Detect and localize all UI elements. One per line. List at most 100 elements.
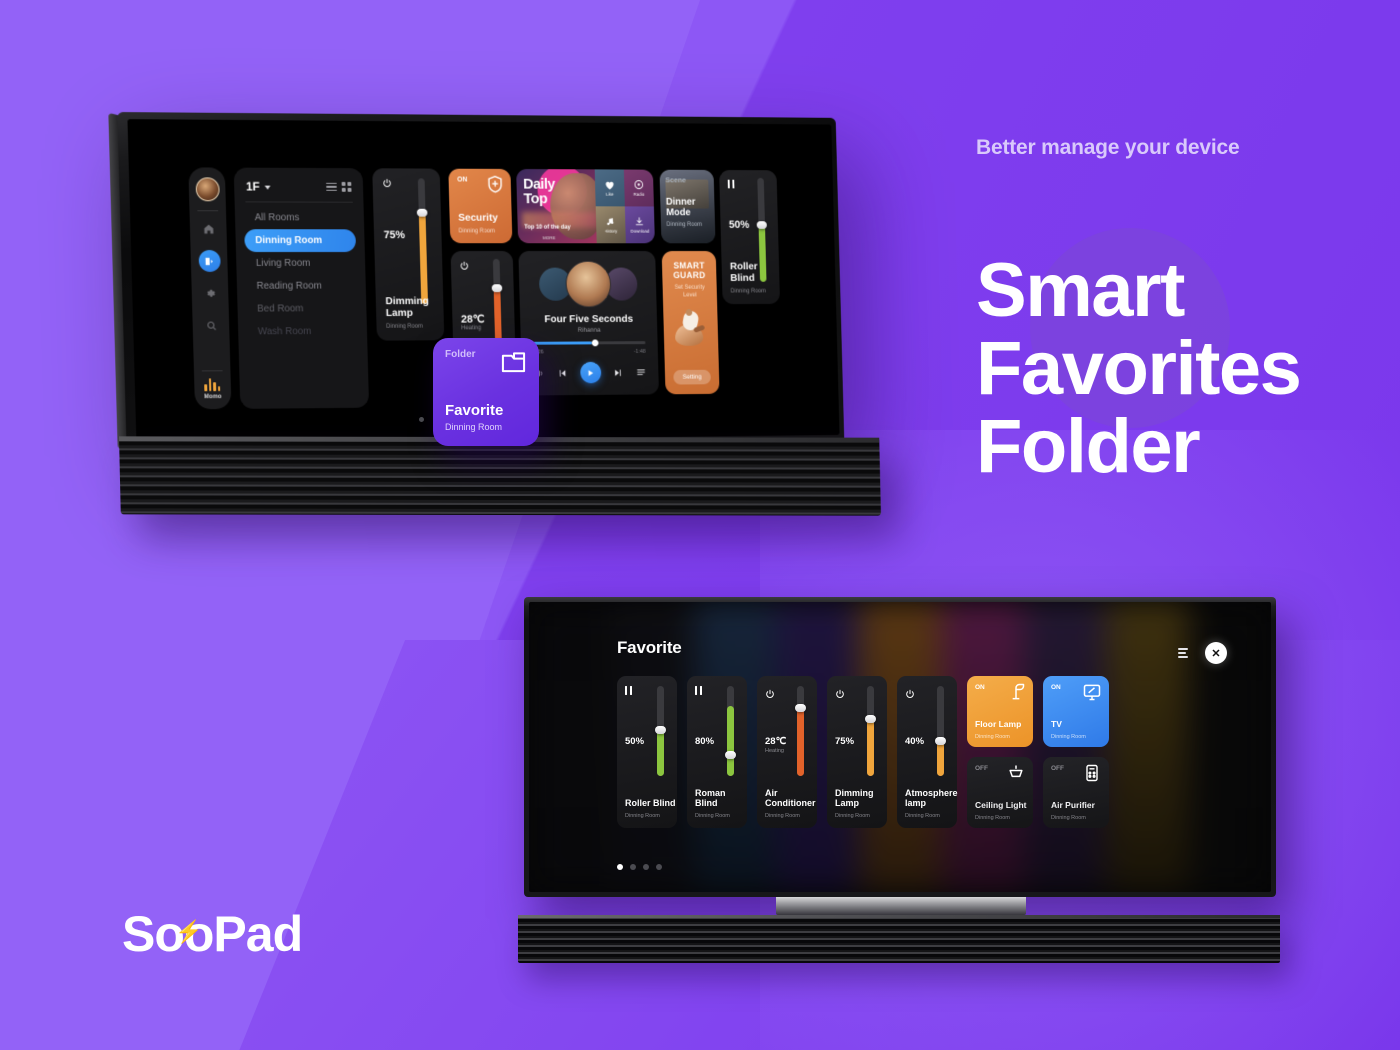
power-icon[interactable] [459,261,469,271]
now-playing-indicator[interactable]: Momo [204,378,222,400]
tile-radio[interactable]: Radio [623,169,654,207]
slider-knob[interactable] [416,208,428,217]
fav-card-dimming-lamp[interactable]: 75% Dimming Lamp Dinning Room [827,676,887,828]
avatar[interactable] [195,177,220,202]
sidebar-item-settings[interactable] [199,283,220,304]
card-roller-blind[interactable]: 50% Roller Blind Dinning Room [719,169,781,305]
dimming-lamp-room: Dinning Room [835,813,870,819]
fav-card-roller-blind[interactable]: 50% Roller Blind Dinning Room [617,676,677,828]
pagination-dot-4[interactable] [656,864,662,870]
fav-card-ceiling-light[interactable]: OFF Ceiling Light Dinning Room [967,757,1033,828]
pagination-dot-2[interactable] [630,864,636,870]
close-icon[interactable]: ✕ [1205,642,1227,664]
room-item-bed-room[interactable]: Bed Room [246,297,358,320]
folder-room: Dinning Room [445,422,503,432]
sidebar-divider [197,210,219,212]
fav-card-atmosphere-lamp[interactable]: 40% Atmosphere lamp Dinning Room [897,676,958,828]
lightning-bolt-icon: ⚡ [175,919,202,944]
roman-blind-value: 80% [695,736,715,747]
roller-blind-name: Roller Blind [625,798,676,808]
smart-guard-illustration [674,309,707,346]
roman-blind-name: Roman Blind [695,788,726,808]
player-remaining: -1:48 [633,348,646,355]
daily-top-footer: MORE [542,235,556,241]
tile-history[interactable]: History [595,206,626,244]
card-smart-guard[interactable]: SMART GUARD Set Security Level Setting [661,251,720,395]
security-state: ON [457,176,468,184]
player-progress-bar[interactable] [533,338,646,347]
room-item-reading-room[interactable]: Reading Room [245,275,357,298]
card-media-player[interactable]: Four Five Seconds Rihanna 3:26 -1:48 [518,251,659,396]
power-icon[interactable] [835,689,845,699]
smart-guard-title-2: GUARD [673,270,706,281]
list-view-icon[interactable] [325,182,337,192]
roller-blind-value: 50% [728,219,750,231]
fav-card-tv[interactable]: ON TV Dinning Room [1043,676,1109,747]
card-dimming-lamp[interactable]: 75% Dimming Lamp Dinning Room [372,168,445,341]
marketing-copy: Better manage your device [976,136,1376,160]
smart-guard-sub-2: Level [683,292,697,298]
pause-icon[interactable] [727,179,734,189]
tile-like[interactable]: Like [594,169,625,207]
tv-bottom-screen: Favorite ✕ 50% Roller Blind Dinning Room [529,602,1271,892]
daily-top-title-2: Top [523,190,548,208]
roman-blind-room: Dinning Room [695,813,730,819]
rooms-divider [245,201,353,203]
play-button[interactable] [579,361,601,384]
power-icon[interactable] [905,689,915,699]
roller-blind-title: Roller Blind [729,260,758,284]
card-scene-dinner-mode[interactable]: Scene Dinner Mode Dinning Room [659,169,716,244]
atmosphere-lamp-value: 40% [905,736,925,747]
floor-lamp-icon [1012,683,1025,700]
floor-selector-label[interactable]: 1F [246,180,260,194]
pagination-dot-3[interactable] [643,864,649,870]
fav-card-roman-blind[interactable]: 80% Roman Blind Dinning Room [687,676,747,828]
atmosphere-lamp-slider[interactable] [934,686,946,776]
air-conditioner-sub: Heating [461,325,482,332]
daily-top-art: Daily Top Top 10 of the day MORE [516,168,597,244]
room-item-all-rooms[interactable]: All Rooms [244,206,356,229]
card-daily-top[interactable]: Daily Top Top 10 of the day MORE Like Ra… [516,168,655,244]
room-item-dinning-room[interactable]: Dinning Room [244,229,357,253]
air-conditioner-slider[interactable] [794,686,806,776]
sidebar-item-home[interactable] [198,218,219,239]
slider-knob[interactable] [491,284,503,293]
power-icon[interactable] [765,689,775,699]
smart-guard-setting-button[interactable]: Setting [673,369,711,385]
dimming-lamp-slider[interactable] [416,178,428,305]
card-favorite-folder[interactable]: Folder Favorite Dinning Room [433,338,539,446]
tile-download-label: Download [630,228,650,234]
power-icon[interactable] [382,178,392,188]
ceiling-light-icon [1009,765,1023,778]
pagination-dot-1[interactable] [617,864,623,870]
fav-card-air-purifier[interactable]: OFF Air Purifier Dinning Room [1043,757,1109,828]
room-item-wash-room[interactable]: Wash Room [247,320,359,343]
chevron-down-icon[interactable] [264,185,271,190]
atmosphere-lamp-name: Atmosphere lamp [905,788,958,808]
sidebar-item-search[interactable] [200,315,221,336]
air-conditioner-sub: Heating [765,748,784,754]
menu-icon[interactable] [1178,648,1188,658]
grid-view-icon[interactable] [341,181,352,193]
queue-icon[interactable] [636,367,647,378]
floor-lamp-name: Floor Lamp [975,718,1022,729]
roman-blind-slider[interactable] [724,686,736,776]
tv-bottom-soundbar [518,915,1280,963]
player-progress-knob[interactable] [591,338,599,347]
room-item-living-room[interactable]: Living Room [245,252,357,275]
next-icon[interactable] [613,367,624,378]
card-security[interactable]: ON Security Dinning Room [448,168,513,244]
dimming-lamp-slider[interactable] [864,686,876,776]
fav-card-air-conditioner[interactable]: 28℃ Heating Air Conditioner Dinning Room [757,676,817,828]
slider-knob[interactable] [756,221,767,230]
previous-icon[interactable] [557,367,568,378]
air-conditioner-room: Dinning Room [765,813,800,819]
sidebar-item-devices[interactable] [198,250,221,272]
roller-blind-slider[interactable] [654,686,666,776]
tile-download[interactable]: Download [624,206,655,244]
tv-icon [1083,684,1101,701]
headline-line-1: Smart [976,248,1185,333]
tile-radio-label: Radio [633,191,645,197]
fav-card-floor-lamp[interactable]: ON Floor Lamp Dinning Room [967,676,1033,747]
smart-guard-title-1: SMART [673,260,705,271]
